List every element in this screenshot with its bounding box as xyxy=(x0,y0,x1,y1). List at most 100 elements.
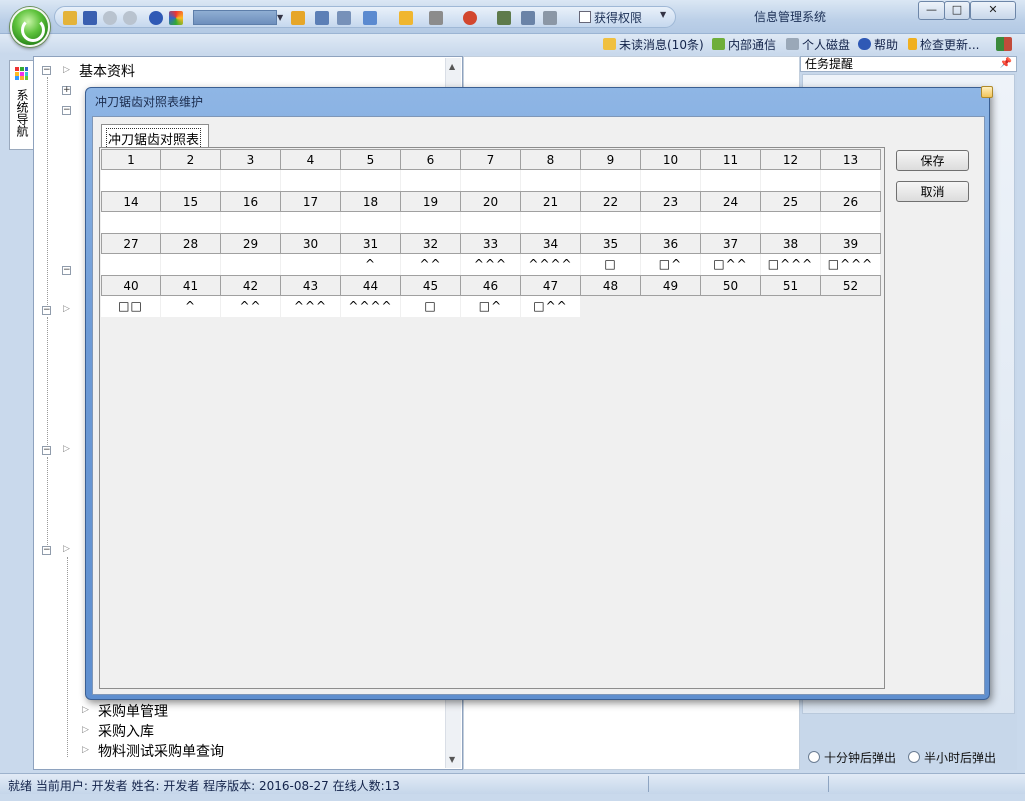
grid-value-cell[interactable]: ^^ xyxy=(221,296,281,317)
tree-item-purchase-receipt[interactable]: 采购入库 xyxy=(98,721,154,741)
redo-icon[interactable] xyxy=(123,11,137,25)
maximize-button[interactable]: □ xyxy=(944,1,970,20)
grid-value-cell[interactable]: □ xyxy=(401,296,461,317)
help-icon[interactable] xyxy=(149,11,163,25)
grid-value-cell[interactable] xyxy=(221,212,281,233)
grid-value-cell[interactable] xyxy=(821,296,881,317)
tree-expander-section[interactable]: − xyxy=(42,546,51,555)
grid-value-cell[interactable] xyxy=(701,170,761,191)
help-link[interactable]: 帮助 xyxy=(858,36,898,53)
grid-value-cell[interactable] xyxy=(281,170,341,191)
tree-expander-root[interactable]: − xyxy=(42,66,51,75)
grid-value-cell[interactable]: ^ xyxy=(161,296,221,317)
grid-value-cell[interactable] xyxy=(581,170,641,191)
tab-sawtooth-table[interactable]: 冲刀锯齿对照表 xyxy=(101,124,209,149)
report-tool-icon[interactable] xyxy=(497,11,511,25)
grid-value-cell[interactable]: □□ xyxy=(101,296,161,317)
tree-expander-section[interactable]: − xyxy=(42,446,51,455)
combo-caret-icon[interactable]: ▼ xyxy=(277,13,283,22)
grid-value-cell[interactable] xyxy=(521,170,581,191)
internal-comm-link[interactable]: 内部通信 xyxy=(712,36,776,53)
grid-value-cell[interactable] xyxy=(761,170,821,191)
grid-value-cell[interactable]: ^^ xyxy=(401,254,461,275)
radio-half-hour[interactable] xyxy=(908,751,920,763)
grid-value-cell[interactable] xyxy=(461,212,521,233)
form-tool-icon[interactable] xyxy=(521,11,535,25)
grid-value-cell[interactable] xyxy=(641,170,701,191)
theme-combo[interactable] xyxy=(193,10,277,25)
tools-icon[interactable] xyxy=(429,11,443,25)
grid-value-cell[interactable] xyxy=(341,170,401,191)
users-icon[interactable] xyxy=(996,37,1012,51)
grid-value-cell[interactable] xyxy=(341,212,401,233)
grid-value-cell[interactable]: ^^^ xyxy=(281,296,341,317)
grid-value-cell[interactable] xyxy=(161,254,221,275)
tree-root-item[interactable]: 基本资料 xyxy=(79,61,135,81)
grid-value-cell[interactable] xyxy=(761,296,821,317)
grid-value-cell[interactable] xyxy=(101,212,161,233)
lock-icon[interactable] xyxy=(63,11,77,25)
grid-value-cell[interactable]: ^ xyxy=(341,254,401,275)
grid-value-cell[interactable]: □^^ xyxy=(521,296,581,317)
tree-expander-section[interactable]: − xyxy=(42,306,51,315)
close-button[interactable]: ✕ xyxy=(970,1,1016,20)
grid-value-cell[interactable] xyxy=(221,170,281,191)
grid-value-cell[interactable] xyxy=(761,212,821,233)
scroll-up-icon[interactable]: ▲ xyxy=(449,62,455,71)
grid-value-cell[interactable]: □^ xyxy=(461,296,521,317)
qat-customize-icon[interactable]: ▼ xyxy=(660,10,666,19)
radio-ten-minutes-label[interactable]: 十分钟后弹出 xyxy=(824,749,896,766)
grid-value-cell[interactable]: □^^ xyxy=(701,254,761,275)
grid-value-cell[interactable]: □^^^ xyxy=(761,254,821,275)
print-icon[interactable] xyxy=(543,11,557,25)
tree-item-purchase-order[interactable]: 采购单管理 xyxy=(98,701,168,721)
grid-value-cell[interactable]: □^ xyxy=(641,254,701,275)
app-orb-button[interactable] xyxy=(10,7,50,47)
grid-value-cell[interactable] xyxy=(701,212,761,233)
grid-tool-icon[interactable] xyxy=(291,11,305,25)
grid-value-cell[interactable] xyxy=(281,212,341,233)
minimize-button[interactable]: — xyxy=(918,1,945,20)
grid-value-cell[interactable] xyxy=(701,296,761,317)
personal-disk-link[interactable]: 个人磁盘 xyxy=(786,36,850,53)
grid-value-cell[interactable] xyxy=(581,212,641,233)
palette-icon[interactable] xyxy=(169,11,183,25)
dialog-close-icon[interactable] xyxy=(981,86,993,98)
query-tool-icon[interactable] xyxy=(363,11,377,25)
radio-ten-minutes[interactable] xyxy=(808,751,820,763)
grid-value-cell[interactable] xyxy=(401,212,461,233)
grid-value-cell[interactable] xyxy=(821,212,881,233)
permission-checkbox[interactable] xyxy=(579,11,591,23)
grid-value-cell[interactable] xyxy=(581,296,641,317)
grid-value-cell[interactable]: □^^^ xyxy=(821,254,881,275)
check-update-link[interactable]: 检查更新... xyxy=(908,36,979,53)
unread-messages-link[interactable]: 未读消息(10条) xyxy=(603,36,704,53)
paint-tool-icon[interactable] xyxy=(399,11,413,25)
pin-icon[interactable]: 📌 xyxy=(1000,57,1012,71)
grid-value-cell[interactable] xyxy=(281,254,341,275)
system-nav-tab[interactable]: 系统导航 xyxy=(9,60,33,150)
grid-value-cell[interactable] xyxy=(521,212,581,233)
tree-item-material-test-query[interactable]: 物料测试采购单查询 xyxy=(98,741,224,761)
grid-value-cell[interactable] xyxy=(821,170,881,191)
save-icon[interactable] xyxy=(83,11,97,25)
save-button[interactable]: 保存 xyxy=(896,150,969,171)
user-tool-icon[interactable] xyxy=(463,11,477,25)
layout-tool-icon[interactable] xyxy=(337,11,351,25)
cancel-button[interactable]: 取消 xyxy=(896,181,969,202)
grid-value-cell[interactable] xyxy=(401,170,461,191)
tree-expander-child[interactable]: − xyxy=(62,106,71,115)
tree-tool-icon[interactable] xyxy=(315,11,329,25)
grid-value-cell[interactable]: ^^^^ xyxy=(341,296,401,317)
permission-label[interactable]: 获得权限 xyxy=(594,9,642,26)
grid-value-cell[interactable]: ^^^^ xyxy=(521,254,581,275)
grid-value-cell[interactable] xyxy=(641,212,701,233)
grid-value-cell[interactable] xyxy=(101,254,161,275)
grid-value-cell[interactable]: □ xyxy=(581,254,641,275)
grid-value-cell[interactable] xyxy=(161,170,221,191)
tree-expander-child[interactable]: − xyxy=(62,266,71,275)
undo-icon[interactable] xyxy=(103,11,117,25)
tree-expander-child[interactable]: + xyxy=(62,86,71,95)
grid-value-cell[interactable]: ^^^ xyxy=(461,254,521,275)
radio-half-hour-label[interactable]: 半小时后弹出 xyxy=(924,749,996,766)
